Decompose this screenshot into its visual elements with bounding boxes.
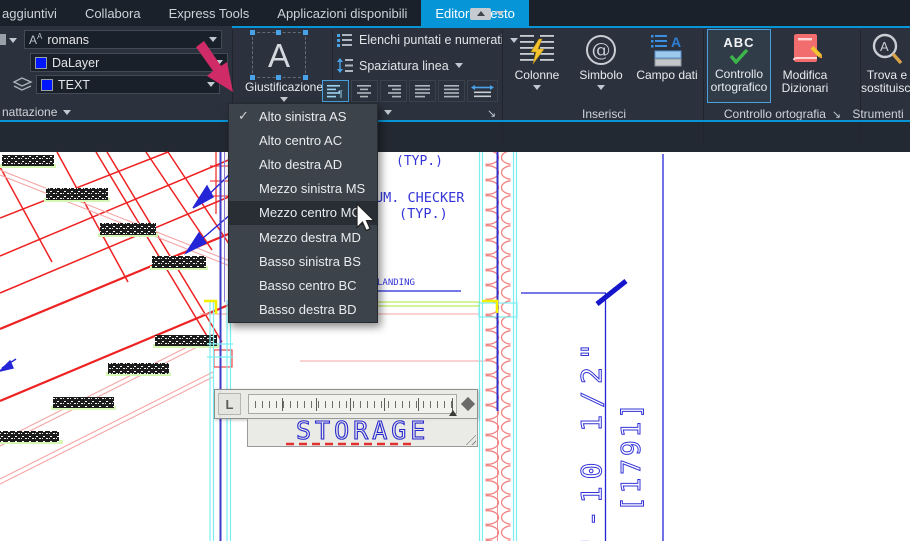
chevron-down-icon[interactable] xyxy=(9,38,17,43)
layer-combobox[interactable]: TEXT xyxy=(36,75,220,94)
chevron-down-icon xyxy=(215,60,223,65)
line-spacing-button[interactable]: Spaziatura linea xyxy=(337,58,463,73)
dialog-launcher-icon[interactable]: ↘ xyxy=(487,107,496,120)
menu-item-alto-destra[interactable]: Alto destra AD xyxy=(229,152,377,176)
dictionary-book-icon xyxy=(793,34,822,62)
columns-button[interactable]: Colonne xyxy=(508,29,566,103)
svg-text:¶: ¶ xyxy=(338,89,343,99)
align-left-button[interactable]: ¶ xyxy=(322,80,349,102)
color-combobox[interactable]: DaLayer xyxy=(30,53,228,72)
find-replace-icon: A xyxy=(872,33,903,65)
chevron-down-icon xyxy=(207,82,215,87)
symbol-button[interactable]: @ Simbolo xyxy=(572,29,630,103)
svg-text:A: A xyxy=(880,39,889,54)
chevron-down-icon xyxy=(63,109,72,115)
chevron-down-icon xyxy=(533,85,541,90)
justification-icon: A xyxy=(250,30,308,80)
drawing-background xyxy=(0,122,910,152)
edit-dictionaries-button[interactable]: Modifica Dizionari xyxy=(773,29,837,103)
distribute-horizontal-button[interactable] xyxy=(467,80,498,102)
at-symbol-icon: @ xyxy=(586,35,616,65)
ribbon: AA romans DaLayer TEXT nattazione A Gius… xyxy=(0,26,910,146)
spell-check-button[interactable]: ABC Controllo ortografico xyxy=(707,29,771,103)
separator xyxy=(502,30,503,146)
tab-collabora[interactable]: Collabora xyxy=(71,0,155,26)
chevron-down-icon xyxy=(454,63,463,68)
color-value: DaLayer xyxy=(52,55,100,70)
ruler-ticks[interactable] xyxy=(248,394,457,414)
width-diamond-handle[interactable] xyxy=(460,396,476,412)
menu-item-mezzo-destra[interactable]: Mezzo destra MD xyxy=(229,225,377,249)
tab-applicazioni-disponibili[interactable]: Applicazioni disponibili xyxy=(263,0,421,26)
dialog-launcher-icon[interactable]: ↘ xyxy=(832,108,841,121)
collapse-icon xyxy=(476,11,485,16)
align-center-button[interactable] xyxy=(351,80,378,102)
menu-item-basso-centro[interactable]: Basso centro BC xyxy=(229,274,377,298)
bullet-list-icon xyxy=(337,34,352,47)
abc-spellcheck-icon: ABC xyxy=(723,34,755,50)
chevron-down-icon xyxy=(280,97,288,102)
menu-item-alto-sinistra[interactable]: ✓ Alto sinistra AS xyxy=(229,104,377,128)
justification-label: Giustificazione xyxy=(244,80,324,94)
chevron-down-icon[interactable] xyxy=(384,110,392,115)
font-value: romans xyxy=(47,32,90,47)
chevron-down-icon xyxy=(597,85,605,90)
chevron-down-icon xyxy=(496,11,504,16)
layer-value: TEXT xyxy=(58,77,90,92)
mtext-ruler[interactable]: L xyxy=(214,389,478,419)
ribbon-tab-bar: aggiuntivi Collabora Express Tools Appli… xyxy=(0,0,910,26)
menu-item-basso-sinistra[interactable]: Basso sinistra BS xyxy=(229,249,377,273)
drawing-canvas[interactable] xyxy=(0,152,910,541)
indent-marker[interactable] xyxy=(449,410,457,416)
resize-handle[interactable] xyxy=(463,432,476,445)
align-distribute-button[interactable] xyxy=(438,80,465,102)
tab-aggiuntivi[interactable]: aggiuntivi xyxy=(0,0,71,26)
tab-express-tools[interactable]: Express Tools xyxy=(155,0,264,26)
menu-item-alto-centro[interactable]: Alto centro AC xyxy=(229,128,377,152)
ribbon-display-button[interactable] xyxy=(470,7,504,20)
mtext-edit-box[interactable] xyxy=(247,418,478,447)
menu-item-mezzo-sinistra[interactable]: Mezzo sinistra MS xyxy=(229,177,377,201)
field-icon: A xyxy=(651,34,682,67)
columns-icon xyxy=(520,35,554,65)
group-label-formattazione[interactable]: nattazione xyxy=(2,104,72,120)
clipped-icon xyxy=(0,34,6,45)
ribbon-bottom-border xyxy=(0,120,910,122)
field-button[interactable]: A Campo dati xyxy=(634,29,700,103)
bullets-numbering-button[interactable]: Elenchi puntati e numerati xyxy=(337,33,518,47)
checkmark-icon: ✓ xyxy=(238,108,249,124)
annotative-text-icon: AA xyxy=(29,32,43,47)
tab-stop-icon[interactable]: L xyxy=(218,393,241,415)
layers-icon xyxy=(12,77,33,91)
panel-formattazione: AA romans DaLayer TEXT nattazione xyxy=(0,26,232,120)
justification-menu: ✓ Alto sinistra AS Alto centro AC Alto d… xyxy=(228,103,378,323)
find-replace-button[interactable]: A Trova e sostituisci xyxy=(861,29,910,103)
line-spacing-icon xyxy=(337,58,353,73)
color-swatch xyxy=(35,56,47,69)
menu-item-basso-destra[interactable]: Basso destra BD xyxy=(229,298,377,322)
font-combobox[interactable]: AA romans xyxy=(24,30,222,49)
separator xyxy=(703,30,704,146)
align-justify-button[interactable] xyxy=(409,80,436,102)
menu-item-mezzo-centro[interactable]: Mezzo centro MC xyxy=(229,200,377,226)
align-right-button[interactable] xyxy=(380,80,407,102)
layer-color-swatch xyxy=(41,78,53,91)
chevron-down-icon xyxy=(209,37,217,42)
svg-text:A: A xyxy=(671,34,681,50)
